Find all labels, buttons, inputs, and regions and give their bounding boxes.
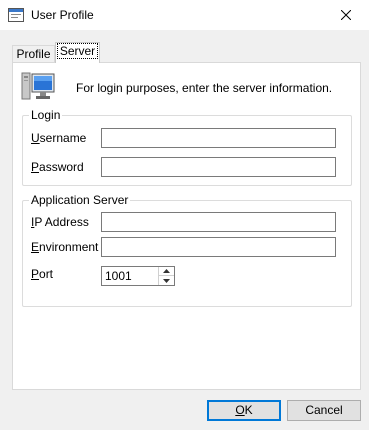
environment-label: Environment <box>31 240 99 254</box>
port-stepper[interactable]: 1001 <box>101 266 175 286</box>
tab-server-label: Server <box>56 43 99 59</box>
tab-profile[interactable]: Profile <box>12 45 55 63</box>
ok-label-rest: K <box>244 403 253 417</box>
ip-address-label: IP Address <box>31 215 89 229</box>
tab-profile-label: Profile <box>16 47 51 61</box>
password-input[interactable] <box>101 157 336 177</box>
port-value[interactable]: 1001 <box>105 269 132 283</box>
chevron-up-icon <box>163 269 170 273</box>
app-window-icon <box>8 8 24 22</box>
server-info-text: For login purposes, enter the server inf… <box>76 81 333 95</box>
tab-server[interactable]: Server <box>55 42 100 63</box>
application-server-legend: Application Server <box>31 193 129 207</box>
cancel-button[interactable]: Cancel <box>287 400 361 421</box>
port-decrement-button[interactable] <box>159 276 174 285</box>
chevron-down-icon <box>163 278 170 283</box>
title-bar: User Profile <box>0 0 369 30</box>
username-input[interactable] <box>101 128 336 148</box>
environment-input[interactable] <box>101 237 336 257</box>
close-button[interactable] <box>323 0 369 30</box>
close-icon <box>341 10 351 20</box>
ok-mnemonic: O <box>235 403 245 417</box>
monitor-icon <box>21 72 55 100</box>
port-label: Port <box>31 267 54 281</box>
password-label: Password <box>31 160 84 174</box>
port-increment-button[interactable] <box>159 267 174 276</box>
login-legend: Login <box>31 108 61 122</box>
username-label: Username <box>31 131 87 145</box>
port-spinner <box>158 267 174 285</box>
window-title: User Profile <box>31 8 94 22</box>
ip-address-input[interactable] <box>101 212 336 232</box>
ok-button[interactable]: OK <box>207 400 281 421</box>
